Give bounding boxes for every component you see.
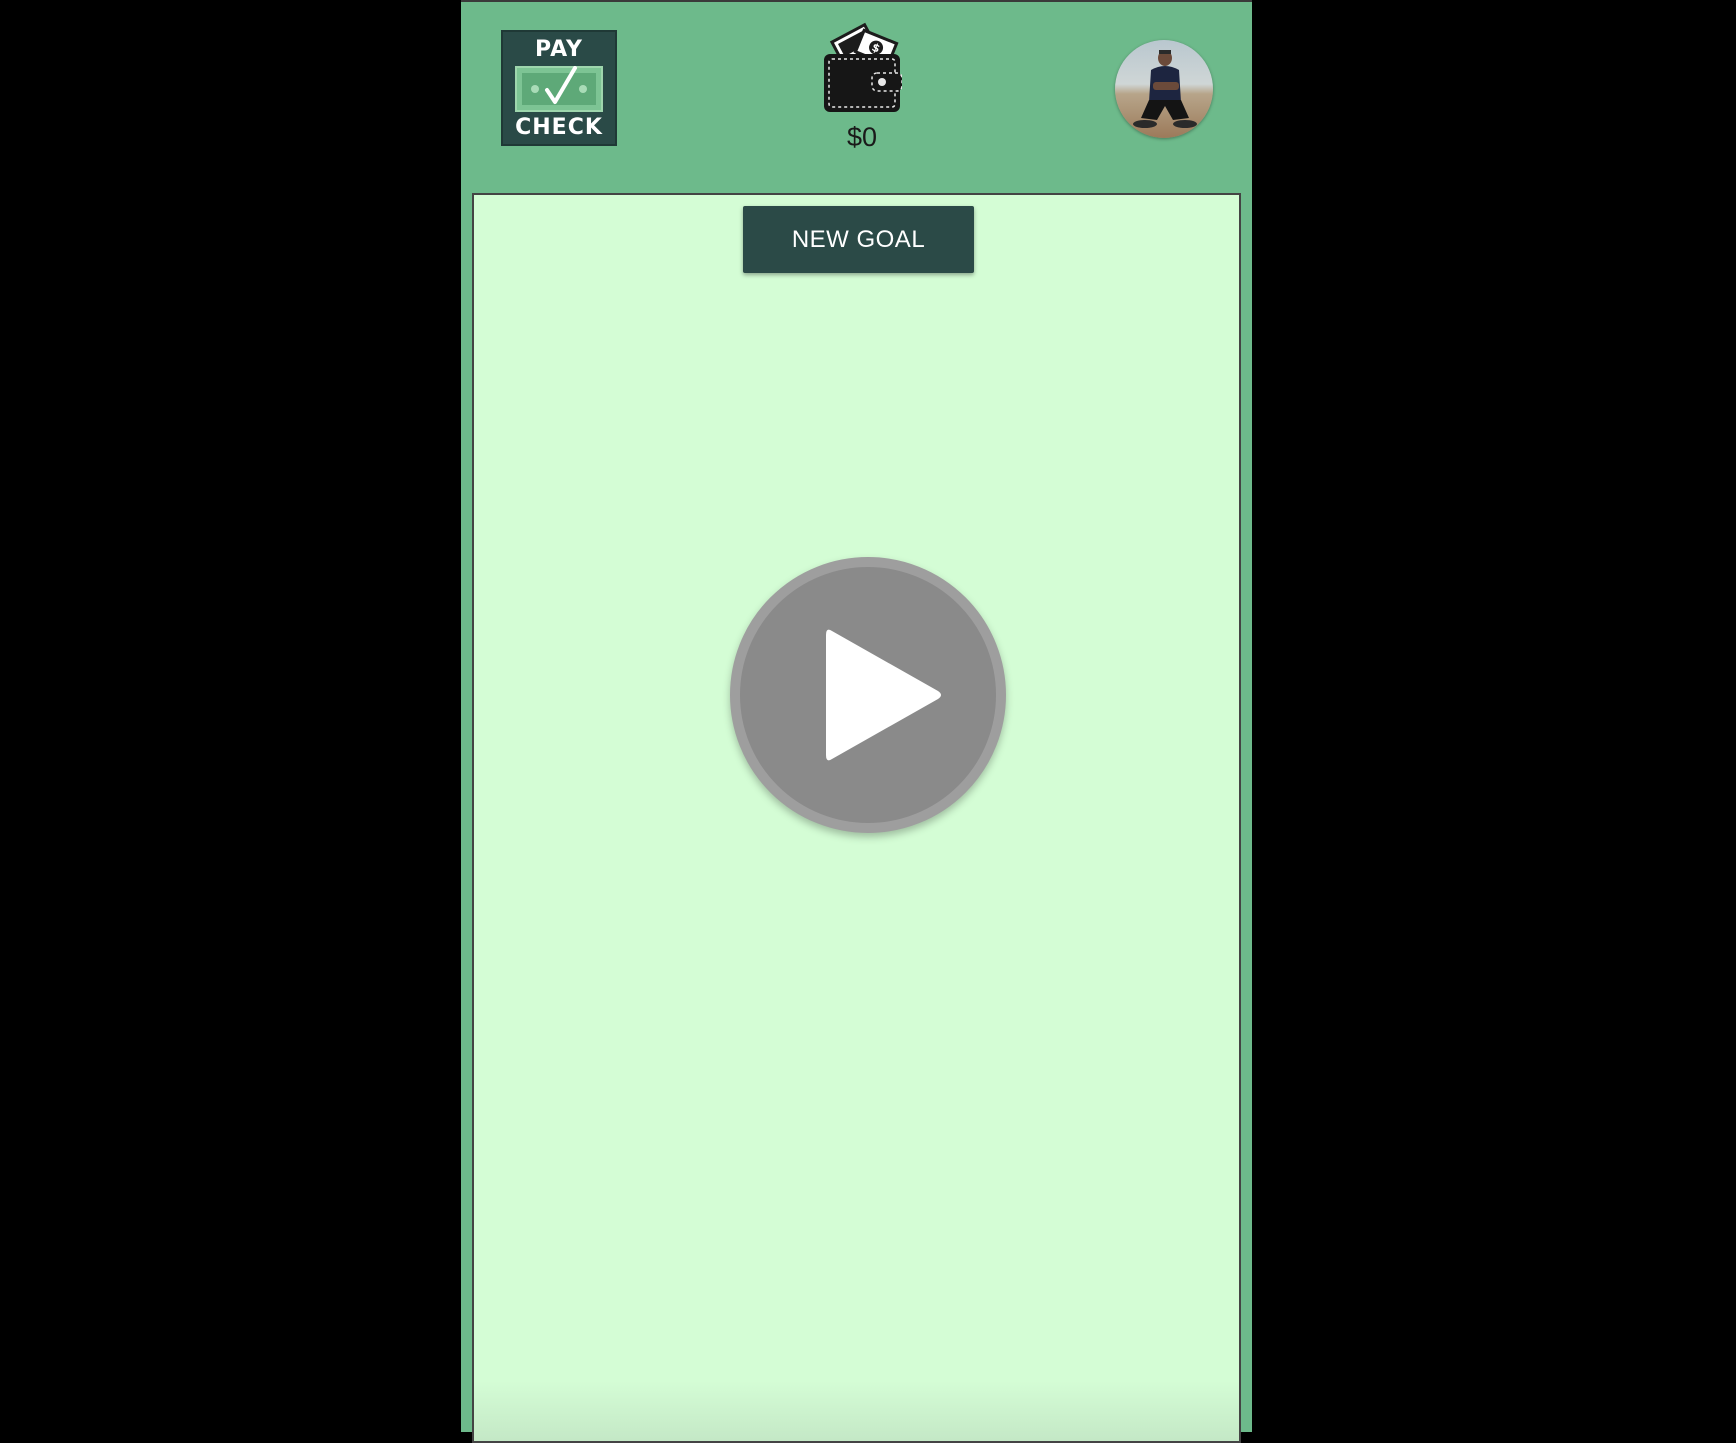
- avatar-photo: [1115, 40, 1213, 138]
- wallet[interactable]: $ $0: [817, 18, 907, 158]
- wallet-icon: $: [824, 22, 902, 112]
- logo-bottom-text: CHECK: [515, 115, 603, 140]
- new-goal-button[interactable]: NEW GOAL: [743, 206, 974, 273]
- video-play-button[interactable]: [730, 557, 1006, 833]
- check-bill-icon: [515, 66, 603, 112]
- app-header: PAY CHECK $ $0: [461, 2, 1252, 192]
- play-icon: [826, 629, 941, 761]
- paycheck-logo[interactable]: PAY CHECK: [501, 30, 617, 146]
- wallet-balance: $0: [846, 122, 878, 152]
- logo-top-text: PAY: [535, 37, 583, 62]
- user-avatar[interactable]: [1115, 40, 1213, 138]
- panel-bottom-fade: [474, 1381, 1239, 1441]
